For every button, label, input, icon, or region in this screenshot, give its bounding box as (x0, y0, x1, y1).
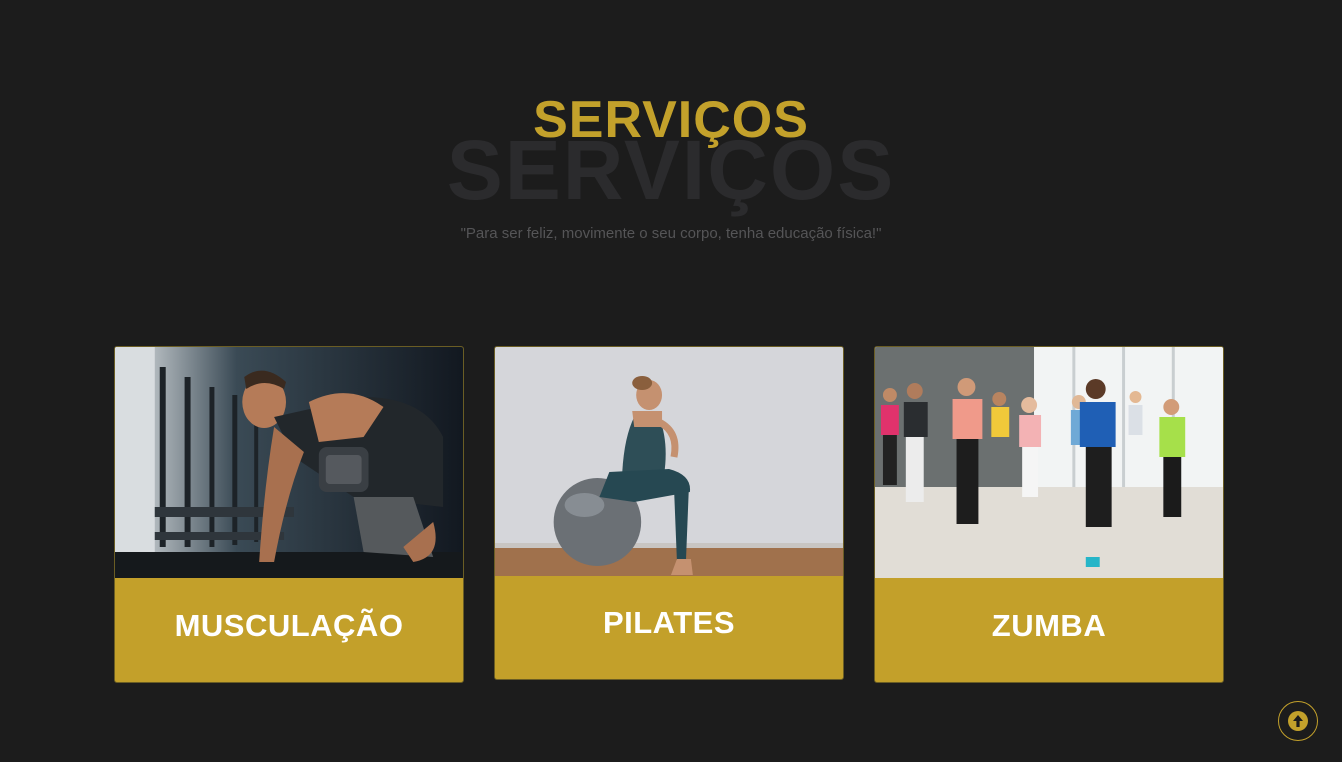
pilates-photo (495, 347, 843, 576)
section-heading: SERVIÇOS SERVIÇOS (0, 88, 1342, 218)
services-section: SERVIÇOS SERVIÇOS "Para ser feliz, movim… (0, 0, 1342, 762)
section-title: SERVIÇOS (533, 91, 809, 149)
service-card-zumba[interactable]: ZUMBA (874, 346, 1224, 683)
section-subtitle: "Para ser feliz, movimente o seu corpo, … (460, 225, 882, 242)
scroll-to-top-button[interactable] (1278, 701, 1318, 741)
service-card-label: MUSCULAÇÃO (174, 608, 404, 643)
service-card-label: ZUMBA (991, 608, 1107, 643)
zumba-photo (875, 347, 1223, 578)
service-card-musculacao[interactable]: MUSCULAÇÃO (114, 346, 464, 683)
arrow-up-icon (1287, 710, 1309, 732)
service-card-pilates[interactable]: PILATES (494, 346, 844, 680)
service-card-label: PILATES (602, 605, 736, 640)
musculacao-photo (115, 347, 463, 578)
